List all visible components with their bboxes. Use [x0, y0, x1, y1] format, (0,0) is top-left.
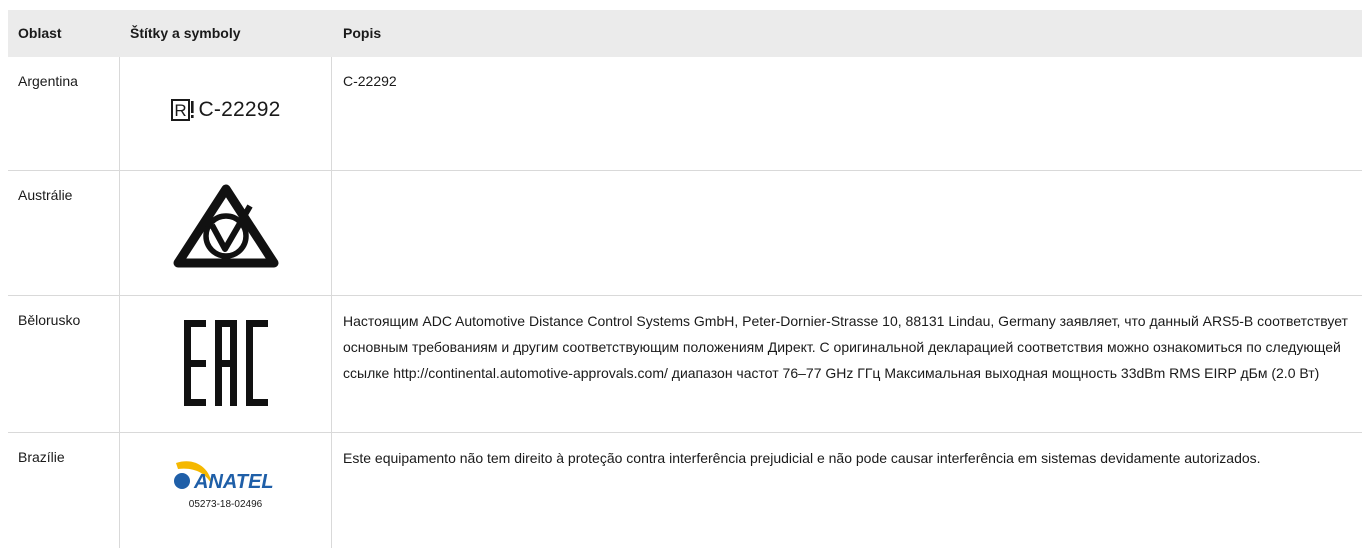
anatel-logo: ANATEL 05273-18-02496: [166, 459, 286, 548]
argentina-r-mark-icon: R C-22292: [170, 97, 281, 123]
svg-text:R: R: [174, 101, 186, 120]
table-row: Argentina R C-22292 C-22292: [8, 57, 1362, 171]
argentina-code: C-22292: [198, 98, 281, 121]
anatel-code: 05273-18-02496: [188, 499, 263, 510]
description-cell: Este equipamento não tem direito à prote…: [343, 450, 1261, 466]
eac-mark-icon: [183, 320, 268, 406]
description-cell: C-22292: [343, 73, 397, 89]
rcm-mark-icon: [173, 184, 278, 268]
r-square-icon: R: [170, 99, 194, 121]
table-row: Bělorusko Настоящим ADC Automotive Dista…: [8, 296, 1362, 433]
regulatory-table: Oblast Štítky a symboly Popis Argentina …: [8, 10, 1362, 548]
header-region: Oblast: [18, 25, 62, 41]
description-cell: Настоящим ADC Automotive Distance Contro…: [343, 313, 1348, 381]
region-cell: Austrálie: [18, 187, 73, 203]
region-cell: Bělorusko: [18, 312, 81, 328]
symbol-cell: [119, 171, 332, 295]
region-cell: Argentina: [18, 73, 78, 89]
table-header-row: Oblast Štítky a symboly Popis: [8, 10, 1362, 57]
description-cell: [332, 171, 1362, 295]
table-row: Brazílie ANATEL 05273-18-02496 Este equi…: [8, 433, 1362, 548]
header-description: Popis: [343, 25, 382, 41]
symbol-cell: ANATEL 05273-18-02496: [119, 433, 332, 548]
symbol-cell: [119, 296, 332, 432]
anatel-logo-icon: ANATEL: [173, 461, 274, 491]
symbol-cell: R C-22292: [119, 57, 332, 170]
anatel-wordmark: ANATEL: [193, 471, 274, 491]
header-labels: Štítky a symboly: [130, 25, 241, 41]
table-row: Austrálie: [8, 171, 1362, 296]
region-cell: Brazílie: [18, 449, 65, 465]
